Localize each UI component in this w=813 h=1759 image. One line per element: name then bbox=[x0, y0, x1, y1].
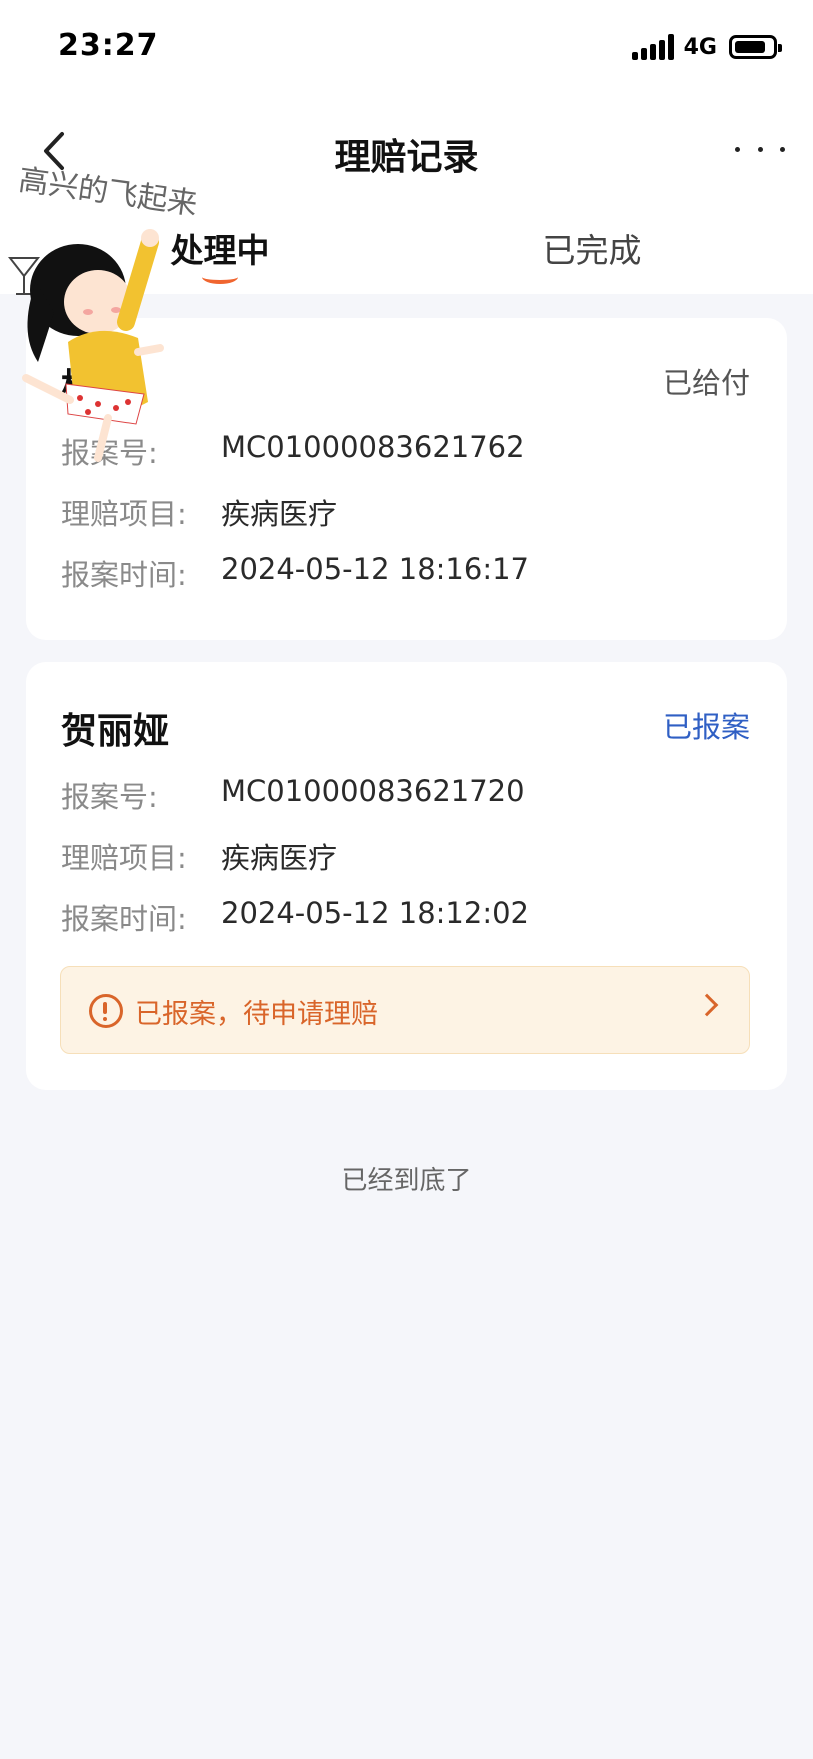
alert-circle-icon bbox=[89, 994, 123, 1028]
field-label: 报案号: bbox=[61, 780, 158, 814]
end-of-list-text: 已经到底了 bbox=[341, 1166, 472, 1196]
field-label: 报案时间: bbox=[61, 558, 187, 592]
status-bar: 23:27 4G bbox=[0, 0, 813, 100]
field-value: 2024-05-12 18:16:17 bbox=[221, 552, 529, 586]
sticker-caption: 高兴的飞起来 bbox=[16, 163, 199, 223]
claim-status: 已报案 bbox=[662, 710, 750, 744]
notice-text: 已报案，待申请理赔 bbox=[135, 999, 378, 1030]
more-dot-icon bbox=[780, 146, 785, 152]
tab-completed[interactable]: 已完成 bbox=[492, 224, 692, 272]
field-label: 理赔项目: bbox=[61, 497, 187, 531]
field-value: 2024-05-12 18:12:02 bbox=[221, 896, 529, 930]
more-dot-icon bbox=[735, 146, 740, 152]
signal-icon bbox=[631, 34, 674, 60]
field-value: MC01000083621762 bbox=[221, 430, 525, 464]
claim-card[interactable]: 贺丽娅 已报案 报案号: MC01000083621720 理赔项目: 疾病医疗… bbox=[26, 662, 787, 1090]
more-dot-icon bbox=[757, 146, 763, 152]
claim-status: 已给付 bbox=[662, 366, 750, 400]
chevron-right-icon bbox=[695, 993, 719, 1017]
field-value: MC01000083621720 bbox=[221, 774, 525, 808]
claimant-name: 贺丽娅 bbox=[61, 711, 170, 752]
status-indicators: 4G bbox=[631, 34, 782, 60]
network-type: 4G bbox=[683, 34, 717, 60]
field-value: 疾病医疗 bbox=[221, 497, 338, 531]
field-value: 疾病医疗 bbox=[221, 841, 338, 875]
pending-claim-notice[interactable]: 已报案，待申请理赔 bbox=[60, 966, 750, 1054]
field-label: 报案时间: bbox=[61, 902, 187, 936]
field-label: 理赔项目: bbox=[61, 841, 187, 875]
status-time: 23:27 bbox=[58, 28, 159, 63]
battery-icon bbox=[729, 35, 782, 59]
cartoon-sticker: 高兴的飞起来 bbox=[8, 163, 199, 462]
more-button[interactable] bbox=[735, 134, 785, 164]
